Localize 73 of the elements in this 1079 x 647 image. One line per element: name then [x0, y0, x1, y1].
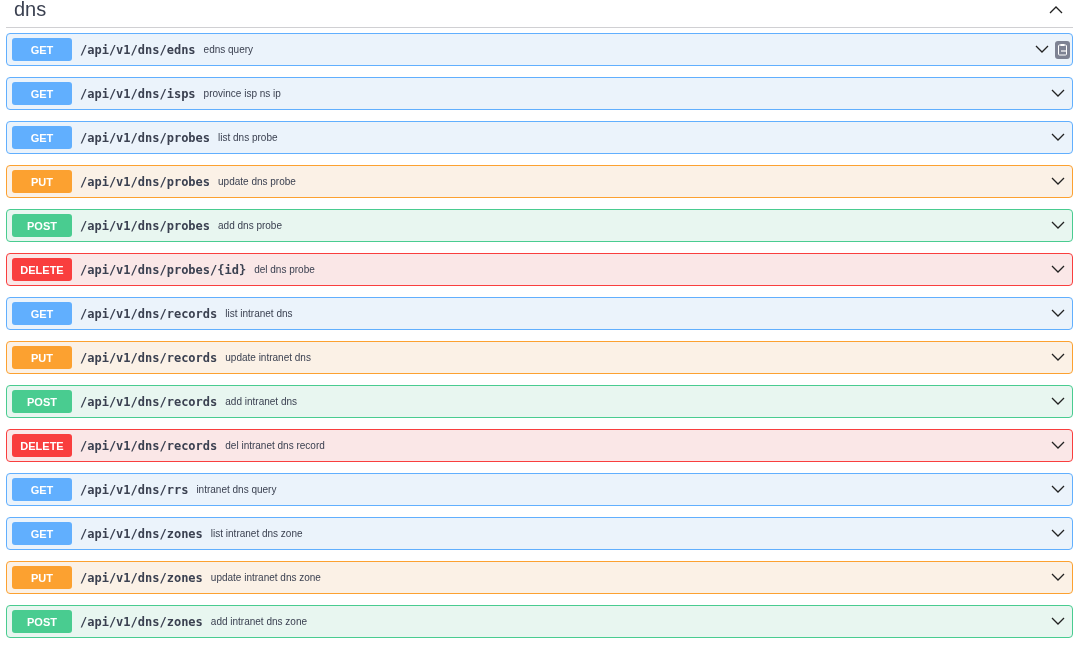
endpoint-summary: update intranet dns [225, 352, 312, 363]
endpoint-path: /api/v1/dns/records [80, 350, 218, 365]
expand-chevron-icon[interactable] [1051, 397, 1065, 406]
expand-chevron-icon[interactable] [1051, 177, 1065, 186]
endpoint-summary: add intranet dns zone [210, 616, 308, 627]
expand-chevron-icon[interactable] [1051, 353, 1065, 362]
expand-chevron-icon[interactable] [1051, 133, 1065, 142]
endpoint-path: /api/v1/dns/records [80, 394, 218, 409]
method-badge: GET [12, 38, 72, 61]
endpoint-path: /api/v1/dns/zones [80, 614, 203, 629]
expand-chevron-icon[interactable] [1051, 529, 1065, 538]
expand-chevron-icon[interactable] [1051, 265, 1065, 274]
section-title[interactable]: dns [14, 0, 47, 21]
endpoint-path: /api/v1/dns/records [80, 438, 218, 453]
method-badge: GET [12, 302, 72, 325]
expand-chevron-icon[interactable] [1051, 89, 1065, 98]
endpoint-summary: add intranet dns [225, 396, 298, 407]
operation-row[interactable]: GET /api/v1/dns/zones list intranet dns zone [6, 517, 1073, 550]
endpoint-summary: edns query [203, 44, 255, 55]
operation-row[interactable]: POST /api/v1/dns/probes add dns probe [6, 209, 1073, 242]
endpoint-path: /api/v1/dns/rrs [80, 482, 189, 497]
operation-row[interactable]: DELETE /api/v1/dns/probes/{id} del dns probe [6, 253, 1073, 286]
endpoint-summary: province isp ns ip [203, 88, 282, 99]
method-badge: PUT [12, 346, 72, 369]
method-badge: POST [12, 390, 72, 413]
method-badge: GET [12, 82, 72, 105]
method-badge: POST [12, 610, 72, 633]
endpoint-path: /api/v1/dns/zones [80, 570, 203, 585]
endpoint-path: /api/v1/dns/zones [80, 526, 203, 541]
method-badge: GET [12, 478, 72, 501]
collapse-chevron-icon[interactable] [1049, 4, 1063, 15]
expand-chevron-icon[interactable] [1051, 221, 1065, 230]
operation-row[interactable]: PUT /api/v1/dns/probes update dns probe [6, 165, 1073, 198]
expand-chevron-icon[interactable] [1051, 309, 1065, 318]
endpoint-path: /api/v1/dns/records [80, 306, 218, 321]
operation-row[interactable]: POST /api/v1/dns/records add intranet dns [6, 385, 1073, 418]
clipboard-icon[interactable] [1055, 40, 1070, 59]
endpoint-path: /api/v1/dns/probes [80, 174, 211, 189]
endpoint-summary: update intranet dns zone [210, 572, 322, 583]
method-badge: DELETE [12, 434, 72, 457]
expand-chevron-icon[interactable] [1035, 45, 1049, 54]
method-badge: POST [12, 214, 72, 237]
operation-row[interactable]: PUT /api/v1/dns/zones update intranet dns zone [6, 561, 1073, 594]
endpoint-summary: list dns probe [218, 132, 279, 143]
method-badge: PUT [12, 566, 72, 589]
expand-chevron-icon[interactable] [1051, 617, 1065, 626]
operation-row[interactable]: GET /api/v1/dns/edns edns query [6, 33, 1073, 66]
operation-row[interactable]: GET /api/v1/dns/rrs intranet dns query [6, 473, 1073, 506]
endpoint-summary: list intranet dns zone [210, 528, 304, 539]
endpoint-summary: del dns probe [254, 264, 316, 275]
endpoint-summary: del intranet dns record [225, 440, 326, 451]
expand-chevron-icon[interactable] [1051, 573, 1065, 582]
endpoint-summary: intranet dns query [196, 484, 278, 495]
endpoint-summary: add dns probe [218, 220, 283, 231]
endpoint-path: /api/v1/dns/edns [80, 42, 196, 57]
method-badge: DELETE [12, 258, 72, 281]
endpoint-path: /api/v1/dns/isps [80, 86, 196, 101]
endpoint-summary: list intranet dns [225, 308, 294, 319]
endpoint-path: /api/v1/dns/probes [80, 130, 211, 145]
endpoint-path: /api/v1/dns/probes/{id} [80, 262, 247, 277]
endpoint-path: /api/v1/dns/probes [80, 218, 211, 233]
operation-row[interactable]: PUT /api/v1/dns/records update intranet dns [6, 341, 1073, 374]
operation-row[interactable]: GET /api/v1/dns/isps province isp ns ip [6, 77, 1073, 110]
endpoint-summary: update dns probe [218, 176, 297, 187]
operation-row[interactable]: GET /api/v1/dns/records list intranet dns [6, 297, 1073, 330]
operation-row[interactable]: DELETE /api/v1/dns/records del intranet dns record [6, 429, 1073, 462]
expand-chevron-icon[interactable] [1051, 485, 1065, 494]
method-badge: GET [12, 522, 72, 545]
method-badge: PUT [12, 170, 72, 193]
operation-row[interactable]: GET /api/v1/dns/probes list dns probe [6, 121, 1073, 154]
method-badge: GET [12, 126, 72, 149]
operation-row[interactable]: POST /api/v1/dns/zones add intranet dns zone [6, 605, 1073, 638]
expand-chevron-icon[interactable] [1051, 441, 1065, 450]
